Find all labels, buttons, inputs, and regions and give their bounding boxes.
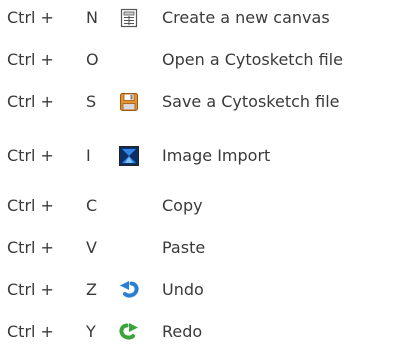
shortcut-list: Ctrl + N Create a new canvas Ctrl + O Op… <box>0 0 395 347</box>
shortcut-row-image-import: Ctrl + I Image Import <box>0 142 395 172</box>
shortcut-row-save: Ctrl + S Save a Cytosketch file <box>0 88 395 118</box>
shortcut-label: Redo <box>162 322 203 341</box>
modifier-key: Ctrl + <box>7 8 54 27</box>
undo-icon <box>118 279 140 301</box>
shortcut-row-copy: Ctrl + C Copy <box>0 192 395 222</box>
modifier-key: Ctrl + <box>7 280 54 299</box>
shortcut-label: Create a new canvas <box>162 8 330 27</box>
shortcut-row-undo: Ctrl + Z Undo <box>0 276 395 306</box>
shortcut-label: Image Import <box>162 146 271 165</box>
shortcut-label: Save a Cytosketch file <box>162 92 340 111</box>
modifier-key: Ctrl + <box>7 196 54 215</box>
shortcut-label: Copy <box>162 196 203 215</box>
redo-icon <box>118 321 140 343</box>
shortcut-row-open: Ctrl + O Open a Cytosketch file <box>0 46 395 76</box>
modifier-key: Ctrl + <box>7 50 54 69</box>
modifier-key: Ctrl + <box>7 238 54 257</box>
shortcut-key: S <box>86 92 97 111</box>
modifier-key: Ctrl + <box>7 92 54 111</box>
shortcut-row-paste: Ctrl + V Paste <box>0 234 395 264</box>
shortcut-label: Undo <box>162 280 204 299</box>
shortcut-row-new: Ctrl + N Create a new canvas <box>0 4 395 34</box>
image-import-icon <box>118 145 140 167</box>
shortcut-label: Paste <box>162 238 206 257</box>
shortcut-key: V <box>86 238 97 257</box>
shortcut-label: Open a Cytosketch file <box>162 50 343 69</box>
modifier-key: Ctrl + <box>7 322 54 341</box>
shortcut-row-redo: Ctrl + Y Redo <box>0 318 395 348</box>
shortcut-key: N <box>86 8 98 27</box>
save-icon <box>118 91 140 113</box>
modifier-key: Ctrl + <box>7 146 54 165</box>
shortcut-key: C <box>86 196 98 215</box>
shortcut-key: Y <box>86 322 96 341</box>
shortcut-key: O <box>86 50 99 69</box>
shortcut-key: I <box>86 146 91 165</box>
new-canvas-icon <box>118 7 140 29</box>
shortcut-key: Z <box>86 280 97 299</box>
